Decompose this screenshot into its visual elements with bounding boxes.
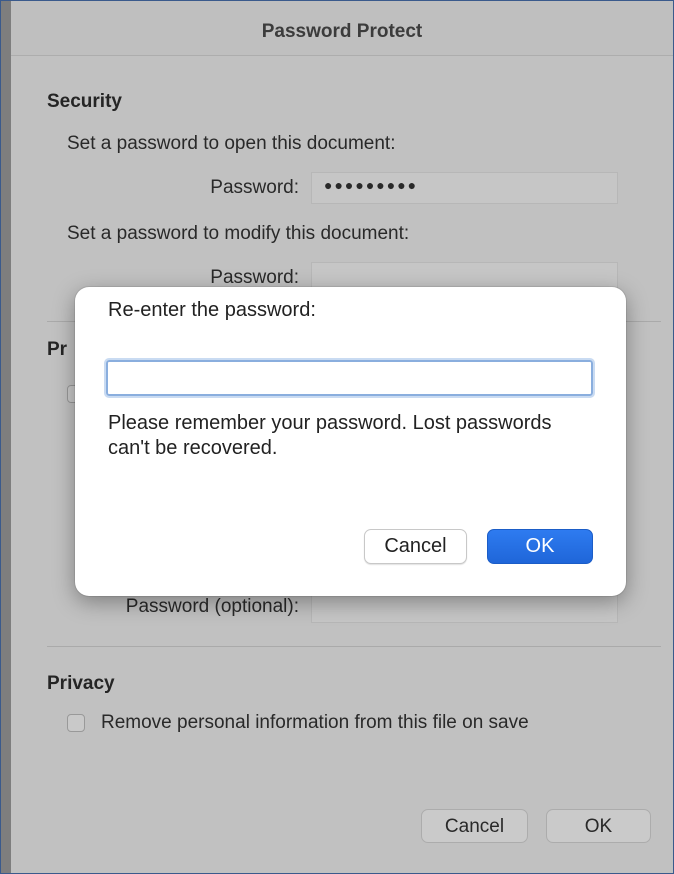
reenter-password-dialog: Re-enter the password: Please remember y… xyxy=(75,287,626,596)
dialog-note: Please remember your password. Lost pass… xyxy=(108,412,552,459)
reenter-password-input[interactable] xyxy=(104,358,595,398)
dialog-cancel-button[interactable]: Cancel xyxy=(364,529,467,564)
password-protect-window: Password Protect Security Set a password… xyxy=(0,0,674,874)
dialog-ok-button[interactable]: OK xyxy=(487,529,593,564)
dialog-title: Re-enter the password: xyxy=(108,299,316,321)
